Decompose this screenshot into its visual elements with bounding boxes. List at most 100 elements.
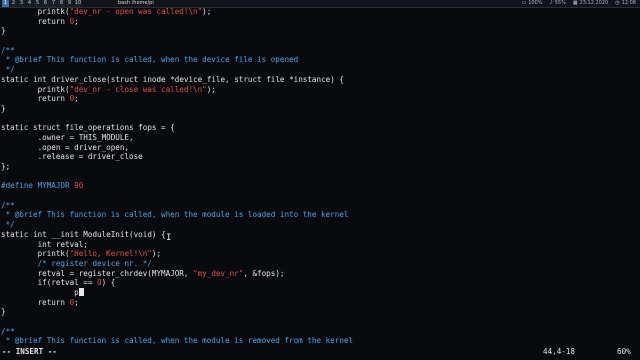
code-token: */ (1, 220, 15, 230)
code-token: struct (110, 74, 139, 84)
workspace-8[interactable]: 8 (58, 0, 65, 7)
code-line[interactable]: printk("Hello, Kernel!\n"); (0, 249, 640, 259)
code-line[interactable]: .owner = THIS_MODULE, (0, 133, 640, 143)
code-token: } (1, 26, 6, 36)
code-line[interactable]: /* register device nr. */ (0, 259, 640, 269)
monitor-icon: ▭ (521, 0, 527, 6)
code-line[interactable]: } (0, 307, 640, 317)
code-line[interactable]: * @brief This function is called, when t… (0, 210, 640, 220)
code-token: return (37, 94, 66, 104)
code-line[interactable]: if(retval == 0) { (0, 278, 640, 288)
code-line[interactable]: /** (0, 201, 640, 211)
speaker-icon: ♪ (549, 0, 553, 6)
workspace-2[interactable]: 2 (10, 0, 17, 7)
code-token: static (1, 229, 29, 239)
code-token: } (1, 103, 6, 113)
vim-editor[interactable]: printk("dev_nr - open was called!\n"); r… (0, 7, 640, 344)
code-line[interactable]: */ (0, 220, 640, 230)
code-token: file *instance) { (261, 74, 344, 84)
code-token: ; (74, 94, 79, 104)
workspace-5[interactable]: 5 (34, 0, 41, 7)
code-token: .release = driver_close (1, 152, 143, 162)
zoom-status: ▭ 100% (521, 0, 543, 6)
code-token: ) { (151, 229, 166, 239)
calendar-icon: ▦ (572, 0, 578, 6)
code-token: if (37, 278, 47, 288)
code-line[interactable]: return 0; (0, 298, 640, 308)
code-token: ); (151, 249, 162, 259)
code-token: printk( (1, 84, 70, 94)
code-token: return (37, 297, 66, 307)
code-token: ); (206, 84, 216, 94)
code-line[interactable] (0, 36, 640, 46)
code-line[interactable]: * @brief This function is called, when t… (0, 336, 640, 344)
code-token: ; (74, 16, 79, 26)
code-token: retval; (51, 239, 88, 249)
code-line[interactable]: #define MYMAJOR 90 (0, 181, 640, 191)
code-line[interactable]: p (0, 287, 640, 298)
code-line[interactable]: printk("dev_nr - close was called!\n"); (0, 85, 640, 95)
code-token: static (1, 74, 29, 84)
code-token: void (133, 229, 152, 239)
workspace-6[interactable]: 6 (42, 0, 49, 7)
code-token: } (1, 307, 6, 317)
workspace-9[interactable]: 9 (66, 0, 73, 7)
window-title: bash /home/pi (118, 0, 154, 6)
code-line[interactable]: /** (0, 46, 640, 56)
code-line[interactable] (0, 191, 640, 201)
mouse-ibeam-cursor-icon: I (166, 233, 172, 243)
code-line[interactable]: static int __init ModuleInit(void) { (0, 230, 640, 240)
code-line[interactable]: */ (0, 65, 640, 75)
code-token: int (33, 74, 47, 84)
code-token: p (1, 287, 79, 297)
code-line[interactable]: static struct file_operations fops = { (0, 123, 640, 133)
code-token: ; (74, 297, 79, 307)
code-token: "my_dev_nr" (193, 268, 244, 278)
volume-status[interactable]: ♪ 55% (550, 0, 566, 7)
workspace-switcher[interactable]: 1 2 3 4 5 6 7 8 9 10 (2, 0, 83, 7)
code-token: struct (33, 123, 61, 133)
code-token: inode *device_file, (138, 74, 235, 84)
code-token: printk( (1, 249, 70, 259)
code-line[interactable]: retval = register_chrdev(MYMAJOR, "my_de… (0, 269, 640, 279)
code-line[interactable]: printk("dev_nr - open was called!\n"); (0, 7, 640, 17)
code-token: }; (1, 162, 11, 171)
code-token: static (1, 123, 29, 133)
code-line[interactable] (0, 172, 640, 182)
code-token: int (37, 239, 52, 249)
workspace-4[interactable]: 4 (26, 0, 33, 7)
code-token: return (37, 16, 66, 26)
code-token: ); (202, 7, 212, 16)
code-line[interactable]: } (0, 104, 640, 114)
code-line[interactable]: /** (0, 327, 640, 337)
code-line[interactable] (0, 317, 640, 327)
date-status: ▦ 23.12.2020 (572, 0, 609, 6)
code-line[interactable]: * @brief This function is called, when t… (0, 55, 640, 65)
workspace-3[interactable]: 3 (18, 0, 25, 7)
code-token: int (33, 229, 47, 239)
code-token: file_operations fops = { (60, 123, 175, 133)
code-line[interactable]: return 0; (0, 17, 640, 27)
code-token: 90 (74, 181, 84, 191)
code-token: #define MYMAJOR (1, 181, 75, 191)
code-token: /** (1, 45, 15, 55)
workspace-1[interactable]: 1 (2, 0, 9, 7)
code-token: */ (1, 65, 15, 75)
workspace-7[interactable]: 7 (50, 0, 57, 7)
code-line[interactable] (0, 114, 640, 124)
code-line[interactable]: int retval; (0, 240, 640, 250)
code-line[interactable]: .open = driver_open, (0, 143, 640, 153)
workspace-10[interactable]: 10 (74, 0, 83, 7)
code-token: , &fops); (243, 268, 285, 278)
code-line[interactable]: .release = driver_close (0, 152, 640, 162)
code-line[interactable]: } (0, 26, 640, 36)
code-line[interactable]: static int driver_close(struct inode *de… (0, 75, 640, 85)
code-line[interactable]: }; (0, 162, 640, 172)
vim-statusline: -- INSERT -- 44,4-18 60% (0, 344, 640, 360)
code-line[interactable]: return 0; (0, 94, 640, 104)
